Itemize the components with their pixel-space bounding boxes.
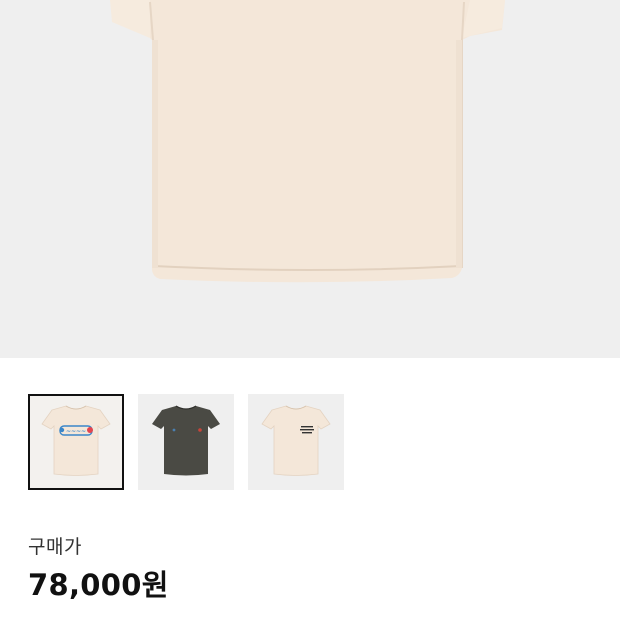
tshirt-charcoal-icon [152,405,220,476]
product-main-image[interactable] [0,0,620,358]
tshirt-cream-text-icon [261,405,331,476]
product-detail-page: ~~~~ 구매가 78,000원 [0,0,620,620]
price-label: 구매가 [28,536,82,558]
thumbnail-3[interactable] [248,394,344,490]
tshirt-cream-icon [110,0,505,283]
thumbnail-2[interactable] [138,394,234,490]
thumbnail-1[interactable]: ~~~~ [28,394,124,490]
svg-text:~~~~: ~~~~ [66,428,86,435]
tshirt-cream-graphic-icon: ~~~~ [41,405,111,476]
price-value: 78,000원 [28,568,169,602]
